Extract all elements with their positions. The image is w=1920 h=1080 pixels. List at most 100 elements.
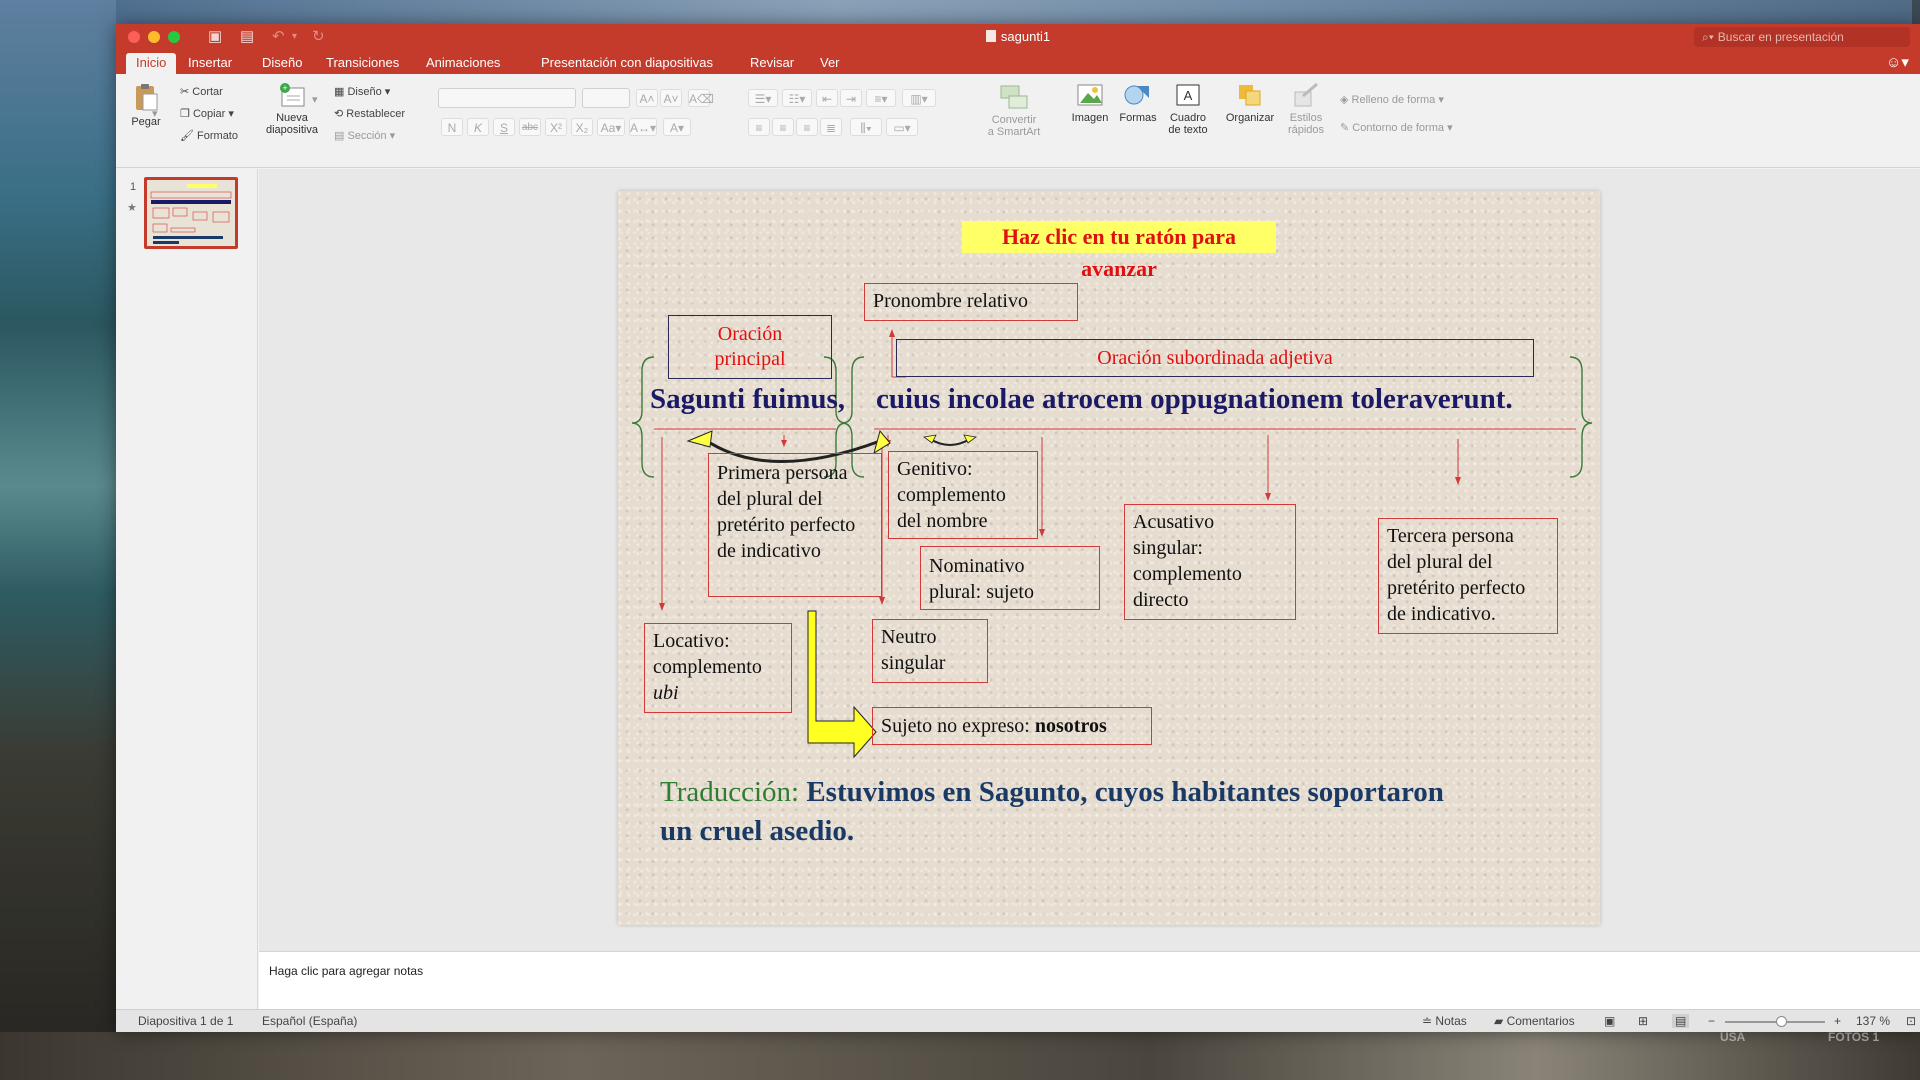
normal-view-icon[interactable]: ▣	[1604, 1014, 1615, 1028]
tab-inicio[interactable]: Inicio	[126, 53, 177, 74]
cut-button[interactable]: ✂ Cortar	[180, 86, 223, 98]
sentence-subordinate-clause: cuius incolae atrocem oppugnationem tole…	[876, 383, 1513, 415]
align-center-icon[interactable]: ≡	[772, 118, 794, 136]
note-nominative-line-1: Nominativo	[929, 555, 1025, 577]
yellow-bent-arrow	[807, 610, 877, 759]
slide-thumbnail[interactable]	[144, 177, 238, 249]
fit-to-window-icon[interactable]: ⊡	[1906, 1014, 1916, 1028]
tab-presentacion[interactable]: Presentación con diapositivas	[531, 53, 723, 74]
document-title-text: sagunti1	[1000, 29, 1051, 44]
layout-icon: ▦	[334, 86, 345, 98]
format-painter-button[interactable]: 🖌 Formato	[180, 130, 238, 142]
shrink-font-icon[interactable]: A˅	[660, 89, 682, 107]
quick-styles-button[interactable]: Estilos rápidos	[1280, 82, 1332, 136]
character-spacing-icon[interactable]: A↔▾	[629, 118, 657, 136]
section-button[interactable]: ▤ Sección ▾	[334, 130, 395, 142]
superscript-button[interactable]: X²	[545, 118, 567, 136]
notes-toggle[interactable]: ≐ Notas	[1422, 1014, 1467, 1028]
note-third-line-2: del plural del	[1387, 551, 1493, 573]
font-color-icon[interactable]: A▾	[663, 118, 691, 136]
search-input[interactable]: ⌕▾ Buscar en presentación	[1694, 27, 1910, 47]
text-direction-icon[interactable]: ⫼▾	[850, 118, 882, 136]
desktop-label-usa[interactable]: USA	[1720, 1030, 1745, 1044]
clear-format-icon[interactable]: A⌫	[688, 89, 714, 107]
shapes-button[interactable]: Formas	[1116, 82, 1160, 124]
reset-button[interactable]: ⟲ Restablecer	[334, 108, 405, 120]
tab-ver[interactable]: Ver	[810, 53, 850, 74]
reading-view-icon[interactable]: ▤	[1672, 1014, 1690, 1028]
textbox-icon: A	[1176, 84, 1200, 106]
subscript-button[interactable]: X₂	[571, 118, 593, 136]
convert-label-1: Convertir	[991, 114, 1037, 126]
slide-thumbnail-pane: 1 ★	[116, 169, 258, 1029]
shape-outline-button[interactable]: ✎ Contorno de forma ▾	[1340, 122, 1453, 134]
note-locative-line-1: Locativo:	[653, 630, 730, 652]
smartart-icon	[1000, 85, 1028, 109]
new-slide-button[interactable]: + Nueva diapositiva	[266, 82, 318, 136]
align-text-icon[interactable]: ▭▾	[886, 118, 918, 136]
note-verb-line-1: Primera persona	[717, 462, 848, 484]
align-right-icon[interactable]: ≡	[796, 118, 818, 136]
desktop-label-fotos[interactable]: FOTOS 1	[1828, 1030, 1879, 1044]
zoom-slider[interactable]	[1725, 1021, 1825, 1023]
columns-icon[interactable]: ▥▾	[902, 89, 936, 107]
image-button[interactable]: Imagen	[1068, 82, 1112, 124]
align-left-icon[interactable]: ≡	[748, 118, 770, 136]
line-spacing-icon[interactable]: ≡▾	[866, 89, 896, 107]
shape-fill-button[interactable]: ◈ Relleno de forma ▾	[1340, 94, 1444, 106]
paint-bucket-icon: ◈	[1340, 94, 1349, 106]
underline-button[interactable]: S	[493, 118, 515, 136]
new-slide-icon: +	[280, 83, 305, 107]
new-slide-label-2: diapositiva	[266, 124, 318, 136]
layout-button[interactable]: ▦ Diseño ▾	[334, 86, 390, 98]
zoom-in-icon[interactable]: +	[1834, 1014, 1841, 1028]
reset-icon: ⟲	[334, 108, 344, 120]
note-accusative-line-3: complemento	[1133, 563, 1242, 585]
shape-fill-label: Relleno de forma	[1351, 94, 1436, 106]
title-bar: ▣ ▤ ↶ ▾ ↻ sagunti1 ⌕▾ Buscar en presentac…	[116, 24, 1920, 50]
strikethrough-button[interactable]: abc	[519, 118, 541, 136]
language-indicator[interactable]: Español (España)	[262, 1014, 357, 1028]
search-icon: ⌕▾	[1702, 30, 1714, 44]
tab-animaciones[interactable]: Animaciones	[416, 53, 510, 74]
zoom-out-icon[interactable]: −	[1708, 1014, 1715, 1028]
change-case-icon[interactable]: Aa▾	[597, 118, 625, 136]
note-accusative: Acusativo singular: complemento directo	[1124, 504, 1296, 620]
comments-toggle[interactable]: ▰ Comentarios	[1494, 1014, 1575, 1028]
convert-smartart-button[interactable]: Convertir a SmartArt	[984, 82, 1044, 138]
tab-diseno[interactable]: Diseño	[252, 53, 312, 74]
paste-dropdown-icon[interactable]: ▾	[152, 108, 158, 120]
font-family-select[interactable]	[438, 88, 576, 108]
bold-button[interactable]: N	[441, 118, 463, 136]
decrease-indent-icon[interactable]: ⇤	[816, 89, 838, 107]
feedback-smiley-icon[interactable]: ☺▾	[1886, 53, 1909, 71]
bullets-icon[interactable]: ☰▾	[748, 89, 778, 107]
slide-sorter-icon[interactable]: ⊞	[1638, 1014, 1648, 1028]
new-slide-dropdown-icon[interactable]: ▾	[312, 94, 318, 106]
textbox-button[interactable]: A Cuadro de texto	[1164, 82, 1212, 136]
grow-font-icon[interactable]: A˄	[636, 89, 658, 107]
slide[interactable]: Haz clic en tu ratón para avanzar Pronom…	[618, 191, 1600, 925]
ribbon-tab-bar: Inicio Insertar Diseño Transiciones Anim…	[116, 50, 1920, 74]
section-dropdown-icon: ▾	[389, 130, 396, 142]
increase-indent-icon[interactable]: ⇥	[840, 89, 862, 107]
tab-transiciones[interactable]: Transiciones	[316, 53, 409, 74]
subordinate-clause-label: Oración subordinada adjetiva	[896, 339, 1534, 377]
italic-button[interactable]: K	[467, 118, 489, 136]
justify-icon[interactable]: ≣	[820, 118, 842, 136]
arrange-icon	[1239, 85, 1261, 106]
numbering-icon[interactable]: ☷▾	[782, 89, 812, 107]
slide-counter: Diapositiva 1 de 1	[138, 1014, 234, 1028]
zoom-slider-knob[interactable]	[1776, 1016, 1787, 1027]
arrange-button[interactable]: Organizar	[1224, 82, 1276, 124]
zoom-level[interactable]: 137 %	[1856, 1014, 1890, 1028]
notes-toggle-label: Notas	[1435, 1014, 1467, 1028]
tab-revisar[interactable]: Revisar	[740, 53, 804, 74]
font-size-select[interactable]	[582, 88, 630, 108]
copy-button[interactable]: ❐ Copiar ▾	[180, 108, 234, 120]
translation-line-1: Estuvimos en Sagunto, cuyos habitantes s…	[806, 776, 1444, 808]
note-accusative-line-2: singular:	[1133, 537, 1203, 559]
main-clause-line-1: Oración	[717, 323, 783, 345]
paste-button[interactable]: Pegar	[126, 82, 166, 128]
tab-insertar[interactable]: Insertar	[178, 53, 242, 74]
